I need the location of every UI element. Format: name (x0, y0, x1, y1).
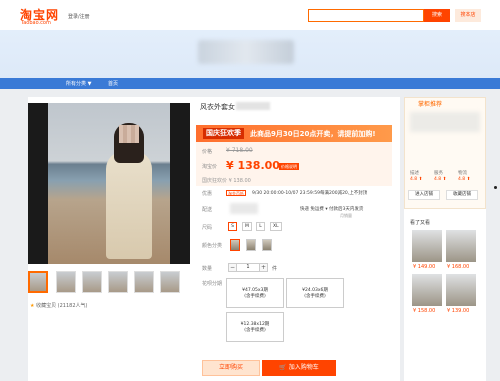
promo-tag: 国庆狂欢季 (203, 128, 244, 139)
thumbnail[interactable] (28, 271, 48, 293)
coupon-text: 9/30 20:00:00-10/07 23:59:59每满200减20,上不封… (252, 191, 368, 196)
coupon-tag[interactable]: 淘金币抵 (226, 190, 246, 196)
qty-unit: 件 (272, 266, 278, 272)
add-cart-label: 加入购物车 (288, 364, 319, 371)
size-option-xl[interactable]: XL (270, 222, 282, 231)
coat-shape (106, 151, 152, 259)
qty-label: 数量 (202, 266, 213, 272)
shop-name-blurred (198, 40, 294, 64)
cursor-dot (494, 186, 497, 189)
installment-label: 花呗分期 (202, 281, 223, 287)
color-label: 颜色分类 (202, 243, 223, 249)
recommend-head: 看了又看 (410, 220, 431, 226)
qty-increase-button[interactable]: + (259, 263, 268, 272)
size-option-m[interactable]: M (242, 222, 252, 231)
ship-label: 配送 (202, 207, 213, 213)
installment-note: (含手续费) (304, 294, 326, 299)
sale-price: ¥ 138.00 (226, 159, 280, 172)
recommended-price: ¥ 139.00 (447, 308, 470, 314)
thumbnail[interactable] (82, 271, 102, 293)
qty-input[interactable]: 1 (237, 263, 259, 272)
follow-shop-button[interactable]: 收藏店铺 (446, 190, 478, 200)
rating-logistics-value: 4.8 ⬆ (458, 177, 471, 182)
recommended-price: ¥ 149.00 (413, 264, 436, 270)
title-blurred (236, 102, 270, 110)
qty-decrease-button[interactable]: − (228, 263, 237, 272)
login-link[interactable]: 登录/注册 (68, 13, 90, 20)
buy-now-button[interactable]: 立即购买 (202, 360, 260, 376)
thumbnail[interactable] (108, 271, 128, 293)
price-label: 价格 (202, 149, 213, 155)
search-store-button[interactable]: 搜本店 (455, 9, 481, 22)
installment-note: (含手续费) (244, 328, 266, 333)
product-main-image[interactable] (28, 103, 190, 264)
shop-card-head: 掌柜推荐 (418, 101, 443, 108)
favorite-link[interactable]: ★ 收藏宝贝 (21182人气) (30, 302, 87, 309)
thumbnail[interactable] (56, 271, 76, 293)
installment-option[interactable]: ¥12.38x12期 (含手续费) (226, 312, 284, 342)
star-icon: ★ (30, 303, 35, 309)
recommended-item[interactable] (446, 230, 476, 262)
product-title: 风衣外套女 (200, 103, 235, 111)
add-to-cart-button[interactable]: 🛒 加入购物车 (262, 360, 336, 376)
search-input[interactable] (308, 9, 424, 22)
rating-service-label: 服务 (434, 171, 443, 176)
installment-note: (含手续费) (244, 294, 266, 299)
taobao-price-label: 淘宝价 (202, 164, 218, 170)
rating-desc-label: 描述 (410, 171, 419, 176)
thumbnail[interactable] (160, 271, 180, 293)
promo-price: 国庆狂欢价 ¥ 138.00 (202, 178, 251, 184)
installment-option[interactable]: ¥47.05x3期 (含手续费) (226, 278, 284, 308)
promo-text: 此商品9月30日20点开卖，请提前加购! (250, 130, 376, 138)
ship-origin-blurred (230, 203, 258, 214)
recommended-item[interactable] (446, 274, 476, 306)
recommended-price: ¥ 158.00 (413, 308, 436, 314)
search-button[interactable]: 搜索 (424, 9, 450, 22)
ship-text[interactable]: 快递 免运费 ▾ 付款后3天内发货 (300, 206, 363, 212)
product-photo (48, 103, 170, 264)
color-option[interactable] (246, 239, 256, 251)
nav-all-categories[interactable]: 所有分类 ▼ (66, 80, 91, 87)
size-label: 尺码 (202, 225, 213, 231)
color-option[interactable] (262, 239, 272, 251)
cart-icon: 🛒 (279, 364, 287, 371)
recommended-item[interactable] (412, 230, 442, 262)
recommended-item[interactable] (412, 274, 442, 306)
coupon-label: 优惠 (202, 191, 213, 197)
rating-logistics-label: 物流 (458, 171, 467, 176)
size-option-l[interactable]: L (256, 222, 265, 231)
taobao-logo-sub: Taobao.com (21, 20, 51, 26)
original-price: ¥ 718.00 (226, 147, 253, 154)
face-mosaic (119, 125, 139, 143)
installment-option[interactable]: ¥24.03x6期 (含手续费) (286, 278, 344, 308)
rating-desc-value: 4.8 ⬆ (410, 177, 423, 182)
rating-service-value: 4.8 ⬆ (434, 177, 447, 182)
color-option[interactable] (230, 239, 240, 251)
recommended-price: ¥ 168.00 (447, 264, 470, 270)
ship-sub: 月销量 (340, 213, 352, 218)
favorite-label: 收藏宝贝 (21182人气) (36, 303, 88, 309)
nav-home[interactable]: 首页 (108, 80, 118, 87)
price-badge[interactable]: 价格说明 (279, 163, 299, 170)
thumbnail[interactable] (134, 271, 154, 293)
size-option-s[interactable]: S (228, 222, 237, 231)
shop-info-blurred (410, 112, 480, 132)
enter-shop-button[interactable]: 进入店铺 (408, 190, 440, 200)
